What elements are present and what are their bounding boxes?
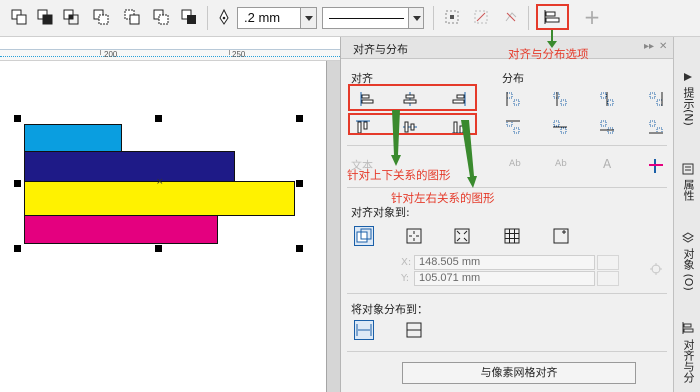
app-window: .2 mm + 200 250 × 对齐与分布 ✕ ▸▸ 对齐 分布 文本 Ab… bbox=[0, 0, 700, 392]
annotation-vertical: 针对上下关系的图形 bbox=[347, 168, 451, 182]
annotation-option: 对齐与分布选项 bbox=[508, 47, 589, 61]
annotation-arrow bbox=[391, 110, 401, 166]
annotation-horizontal: 针对左右关系的图形 bbox=[391, 191, 495, 205]
annotation-arrow bbox=[461, 120, 477, 188]
annotation-arrows bbox=[391, 30, 557, 188]
